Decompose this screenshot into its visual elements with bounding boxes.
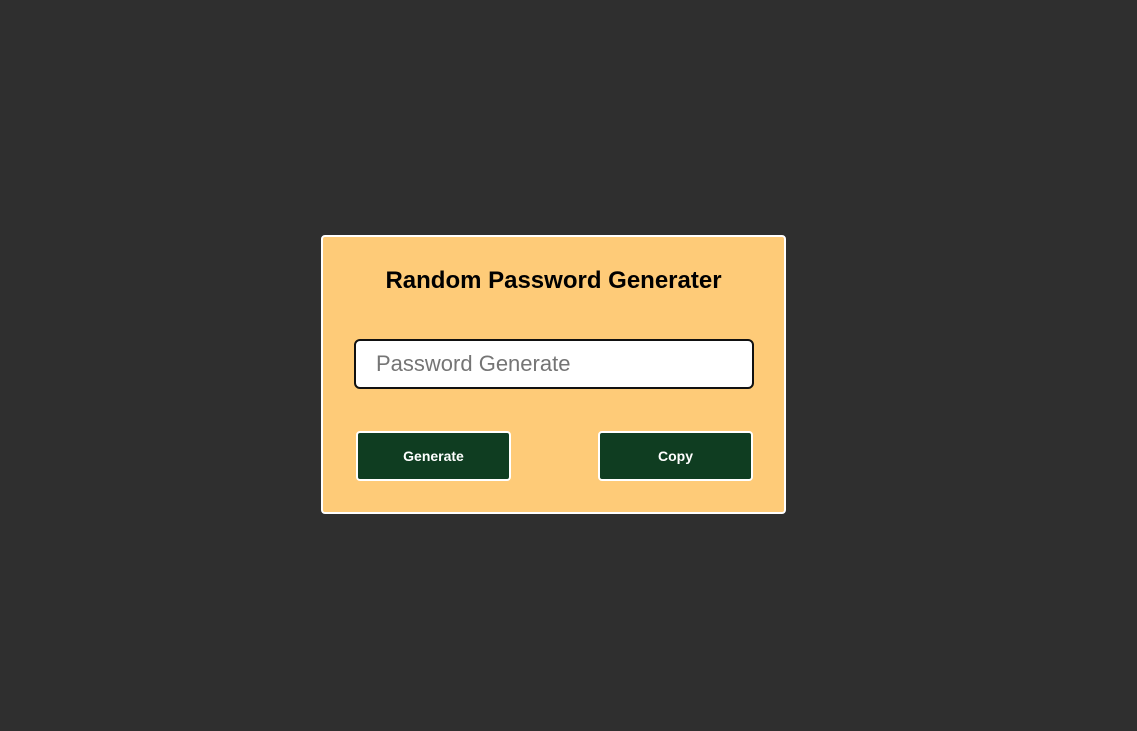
password-generator-card: Random Password Generater Generate Copy (321, 235, 786, 514)
card-title: Random Password Generater (385, 267, 722, 294)
copy-button[interactable]: Copy (598, 431, 753, 481)
generate-button[interactable]: Generate (356, 431, 511, 481)
password-output-input[interactable] (354, 339, 754, 389)
